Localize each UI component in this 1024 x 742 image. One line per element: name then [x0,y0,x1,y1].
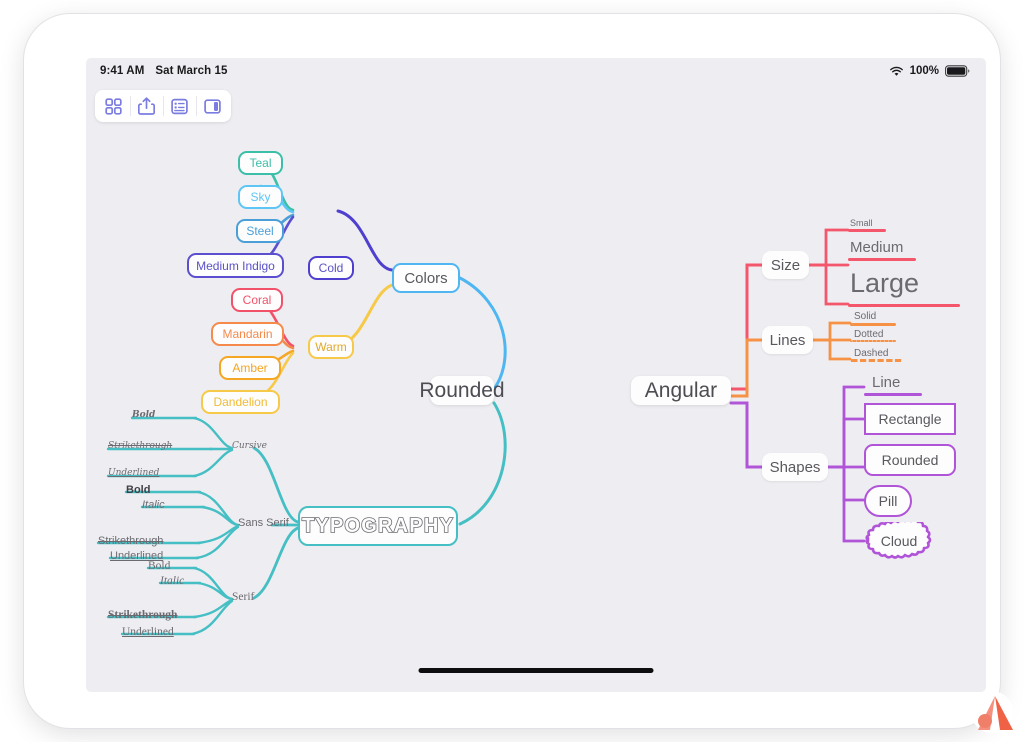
node-cursive-strikethrough[interactable]: Strikethrough [108,441,172,451]
node-shape-rectangle[interactable]: Rectangle [864,403,956,435]
node-serif-strikethrough[interactable]: Strikethrough [108,609,177,621]
node-typography[interactable]: TYPOGRAPHY [298,506,458,546]
node-typography-label: TYPOGRAPHY [301,514,455,538]
tablet-device-frame: 9:41 AM Sat March 15 100% Rounded Angula… [24,14,1000,728]
node-size-medium-underline [848,258,916,261]
node-serif-bold[interactable]: Bold [148,560,170,572]
node-cursive-underlined[interactable]: Underlined [108,468,159,478]
node-sans-italic[interactable]: Italic [142,499,165,511]
node-mandarin[interactable]: Mandarin [211,322,284,346]
node-cursive-bold[interactable]: Bold [132,410,155,420]
node-lines-solid[interactable]: Solid [854,311,876,322]
node-sky[interactable]: Sky [238,185,283,209]
mindmap-canvas[interactable]: Rounded Angular Colors Cold Warm Teal Sk… [86,58,986,692]
node-teal[interactable]: Teal [238,151,283,175]
node-sans-bold[interactable]: Bold [126,484,150,496]
node-dandelion[interactable]: Dandelion [201,390,280,414]
node-shape-cloud-label: Cloud [880,533,918,549]
node-steel[interactable]: Steel [236,219,284,243]
node-size-large[interactable]: Large [850,268,919,299]
node-lines-dotted-rule [850,340,896,342]
node-amber[interactable]: Amber [219,356,281,380]
app-logo [971,691,1013,733]
node-lines-solid-rule [850,323,896,326]
node-shape-pill[interactable]: Pill [864,485,912,517]
tablet-screen: 9:41 AM Sat March 15 100% Rounded Angula… [86,58,986,692]
node-size-large-underline [848,304,960,307]
node-warm[interactable]: Warm [308,335,354,359]
node-sans-strikethrough[interactable]: Strikethrough [98,535,163,547]
screenshot-root: 9:41 AM Sat March 15 100% Rounded Angula… [0,0,1024,742]
node-lines-dashed[interactable]: Dashed [854,348,888,359]
node-coral[interactable]: Coral [231,288,283,312]
node-shapes[interactable]: Shapes [762,453,828,481]
root-node-angular[interactable]: Angular [631,376,731,405]
node-size-small-underline [848,229,886,232]
node-shape-line-rule [864,393,922,396]
node-medium-indigo[interactable]: Medium Indigo [187,253,284,278]
node-shape-rounded[interactable]: Rounded [864,444,956,476]
node-lines-dashed-rule [850,359,902,362]
root-node-rounded[interactable]: Rounded [419,376,505,405]
node-lines-dotted[interactable]: Dotted [854,329,883,340]
node-cursive[interactable]: Cursive [232,441,267,451]
node-cold[interactable]: Cold [308,256,354,280]
node-sans-serif[interactable]: Sans Serif [238,517,289,529]
node-shape-cloud[interactable]: Cloud [860,522,938,560]
node-colors[interactable]: Colors [392,263,460,293]
node-serif-italic[interactable]: Italic [160,575,184,587]
home-indicator[interactable] [418,668,654,673]
node-size-medium[interactable]: Medium [850,239,903,256]
node-lines[interactable]: Lines [762,326,813,354]
node-shape-line[interactable]: Line [872,374,900,391]
node-serif-underlined[interactable]: Underlined [122,626,174,638]
node-size[interactable]: Size [762,251,809,279]
node-serif[interactable]: Serif [232,591,254,603]
node-size-small[interactable]: Small [850,218,873,228]
